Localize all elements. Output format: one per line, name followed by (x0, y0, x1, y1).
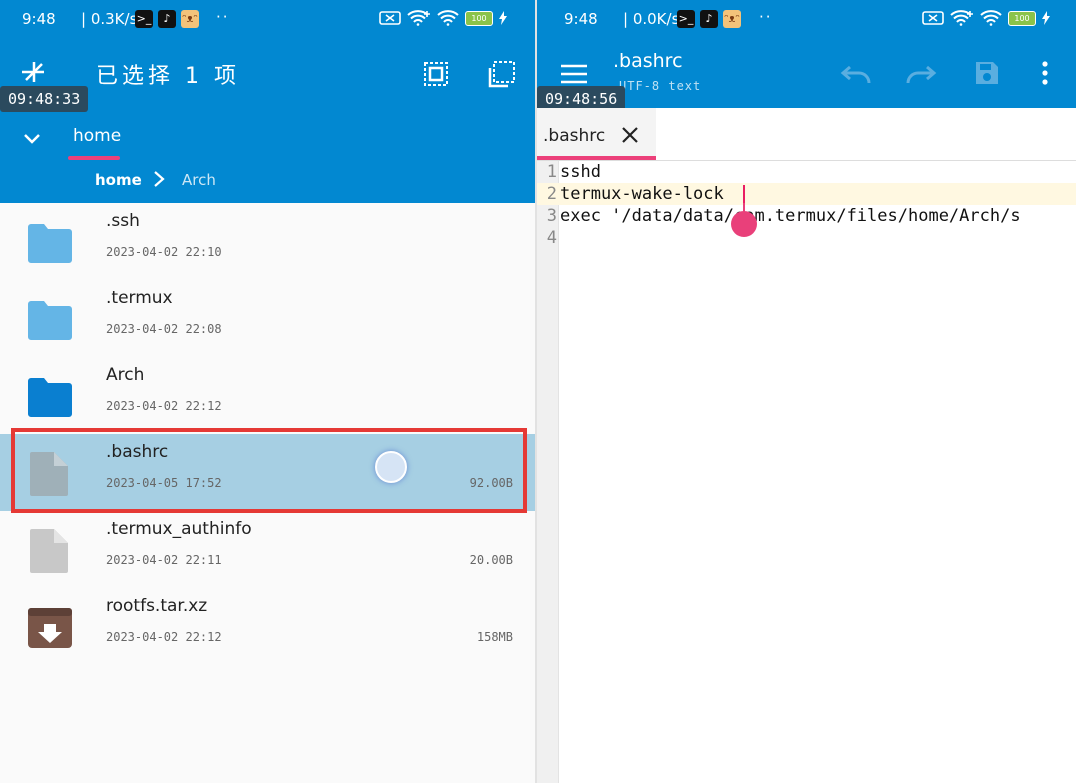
notification-icons: >_ ♪ ᵔᴥᵔ (677, 10, 741, 28)
file-size: 158MB (476, 630, 513, 644)
file-date: 2023-04-02 22:12 (106, 399, 222, 413)
tab-bashrc[interactable]: .bashrc (537, 108, 656, 160)
list-item[interactable]: .termux_authinfo 2023-04-02 22:11 20.00B (0, 511, 535, 588)
folder-icon (28, 224, 72, 263)
line-number: 3 (546, 206, 557, 226)
tab-label: .bashrc (543, 126, 606, 146)
file-name: Arch (106, 365, 145, 385)
exit-selection-icon[interactable] (20, 58, 48, 86)
file-name: rootfs.tar.xz (106, 596, 208, 616)
tiktok-icon: ♪ (700, 10, 718, 28)
menu-icon[interactable] (561, 64, 587, 84)
file-size: 92.00B (469, 476, 513, 490)
wifi-icon (437, 10, 459, 26)
status-time: 9:48 (564, 10, 598, 28)
selection-title: 已选择 1 项 (96, 64, 240, 89)
cursor-handle[interactable] (731, 211, 757, 237)
breadcrumb-home[interactable]: home (95, 171, 142, 189)
file-title: .bashrc (613, 50, 683, 72)
list-item-selected[interactable]: .bashrc 2023-04-05 17:52 92.00B (0, 434, 535, 511)
tab-indicator (68, 156, 120, 160)
sim-off-icon (922, 11, 944, 25)
battery-icon: 100 (1008, 10, 1036, 26)
line-number-gutter (537, 161, 559, 783)
file-date: 2023-04-02 22:11 (106, 553, 222, 567)
file-name: .bashrc (106, 442, 169, 462)
file-icon (30, 452, 68, 496)
folder-icon (28, 378, 72, 417)
wifi-icon (980, 10, 1002, 26)
charging-icon (499, 11, 507, 25)
breadcrumb-arch[interactable]: Arch (182, 171, 216, 189)
capture-timestamp: 09:48:33 (0, 86, 89, 112)
text-cursor (743, 185, 745, 205)
editor-tab-bar: .bashrc (537, 108, 1076, 161)
code-line[interactable]: 3 exec '/data/data/com.termux/files/home… (537, 205, 1076, 227)
wifi-plus-icon (950, 10, 973, 26)
chevron-right-icon (154, 171, 165, 187)
archive-icon (28, 608, 72, 648)
line-text: exec '/data/data/com.termux/files/home/A… (560, 206, 1021, 226)
save-icon[interactable] (974, 60, 1000, 86)
folder-icon (28, 301, 72, 340)
line-number: 1 (546, 162, 557, 182)
code-line[interactable]: 1 sshd (537, 161, 1076, 183)
system-icons: 100 (379, 10, 507, 26)
list-item[interactable]: rootfs.tar.xz 2023-04-02 22:12 158MB (0, 588, 535, 665)
code-editor[interactable]: 1 sshd 2 termux-wake-lock 3 exec '/data/… (537, 161, 1076, 783)
redo-icon[interactable] (905, 63, 937, 85)
file-date: 2023-04-05 17:52 (106, 476, 222, 490)
list-item[interactable]: Arch 2023-04-02 22:12 (0, 357, 535, 434)
status-bar: 9:48 | 0.3K/s >_ ♪ ᵔᴥᵔ ·· 100 (0, 0, 535, 38)
code-line[interactable]: 4 (537, 227, 1076, 249)
status-time: 9:48 (22, 10, 56, 28)
sim-off-icon (379, 11, 401, 25)
termux-icon: >_ (677, 10, 695, 28)
text-editor-pane: 9:48 | 0.0K/s >_ ♪ ᵔᴥᵔ ·· 100 .bashrc UT… (537, 0, 1076, 783)
close-tab-icon[interactable] (621, 126, 639, 144)
network-speed: | 0.3K/s (81, 10, 138, 28)
chevron-down-icon[interactable] (22, 128, 42, 148)
path-bar: home home Arch (0, 108, 535, 203)
file-date: 2023-04-02 22:08 (106, 322, 222, 336)
file-name: .termux (106, 288, 173, 308)
tiktok-icon: ♪ (158, 10, 176, 28)
network-speed: | 0.0K/s (623, 10, 680, 28)
undo-icon[interactable] (840, 63, 872, 85)
tab-home[interactable]: home (73, 126, 121, 146)
notification-icons: >_ ♪ ᵔᴥᵔ (135, 10, 199, 28)
battery-icon: 100 (465, 10, 493, 26)
file-icon (30, 529, 68, 573)
file-manager-pane: 9:48 | 0.3K/s >_ ♪ ᵔᴥᵔ ·· 100 已选择 1 项 ho… (0, 0, 535, 783)
status-bar: 9:48 | 0.0K/s >_ ♪ ᵔᴥᵔ ·· 100 (537, 0, 1076, 38)
line-number: 2 (546, 184, 557, 204)
code-line-active[interactable]: 2 termux-wake-lock (537, 183, 1076, 205)
termux-icon: >_ (135, 10, 153, 28)
list-item[interactable]: .termux 2023-04-02 22:08 (0, 280, 535, 357)
system-icons: 100 (922, 10, 1050, 26)
tab-indicator (537, 156, 656, 160)
touch-indicator (375, 451, 407, 483)
select-all-icon[interactable] (422, 60, 450, 88)
file-size: 20.00B (469, 553, 513, 567)
line-text: termux-wake-lock (560, 184, 724, 204)
more-notifications-icon: ·· (759, 8, 773, 26)
file-encoding: UTF-8 text (619, 79, 702, 93)
file-date: 2023-04-02 22:12 (106, 630, 222, 644)
cat-app-icon: ᵔᴥᵔ (723, 10, 741, 28)
more-options-icon[interactable] (1039, 60, 1051, 86)
file-date: 2023-04-02 22:10 (106, 245, 222, 259)
file-list: .ssh 2023-04-02 22:10 .termux 2023-04-02… (0, 203, 535, 665)
invert-selection-icon[interactable] (488, 60, 516, 88)
wifi-plus-icon (407, 10, 430, 26)
file-name: .ssh (106, 211, 140, 231)
cat-app-icon: ᵔᴥᵔ (181, 10, 199, 28)
line-number: 4 (546, 228, 557, 248)
charging-icon (1042, 11, 1050, 25)
more-notifications-icon: ·· (216, 8, 230, 26)
line-text: sshd (560, 162, 601, 182)
list-item[interactable]: .ssh 2023-04-02 22:10 (0, 203, 535, 280)
file-name: .termux_authinfo (106, 519, 252, 539)
